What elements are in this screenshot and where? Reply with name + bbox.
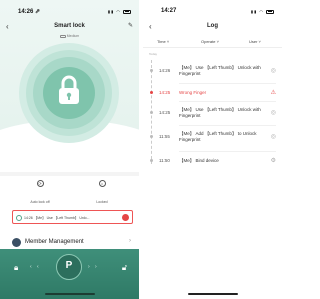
lock-closed-icon[interactable]: 🔒︎ bbox=[14, 263, 18, 273]
row-divider bbox=[179, 101, 276, 102]
log-time: 14:25 bbox=[159, 90, 171, 95]
log-text: 【Me】 Add 【Left Thumb】 to Unlock Fingerpr… bbox=[179, 131, 257, 142]
status-bar: 14:27 ▮▮ ◠ bbox=[143, 8, 282, 18]
status-bar: 14:26 ⇗ ▮▮ ◠ bbox=[0, 8, 139, 18]
edit-icon[interactable]: ✎ bbox=[128, 22, 133, 29]
log-screen: 14:27 ▮▮ ◠ ‹ Log Time ˅ Operate ˅ User ˅… bbox=[143, 0, 282, 299]
timeline-dot bbox=[149, 69, 153, 72]
filter-user-dropdown[interactable]: User ˅ bbox=[249, 39, 261, 44]
latest-log-text: 14:26 【Me】 Use 【Left Thumb】 Unlo... bbox=[24, 215, 90, 220]
log-clock-icon bbox=[16, 214, 22, 221]
lock-open-icon[interactable]: 🔓︎ bbox=[122, 263, 127, 273]
fingerprint-icon: ◎ bbox=[270, 68, 276, 74]
fingerprint-add-icon: ◎ bbox=[270, 134, 276, 140]
status-time: 14:27 bbox=[161, 8, 177, 14]
log-entry[interactable]: 11:50 【Me】 Bind device ⚙ bbox=[143, 152, 282, 174]
timeline-dot bbox=[149, 111, 153, 114]
filter-time-dropdown[interactable]: Time ˅ bbox=[157, 39, 169, 44]
log-time: 11:50 bbox=[159, 158, 170, 163]
row-divider bbox=[179, 125, 276, 126]
log-text: 【Me】 Bind device bbox=[179, 158, 219, 163]
fingerprint-icon: ◎ bbox=[270, 110, 276, 116]
chevron-right-icon: › bbox=[129, 238, 131, 244]
log-text: 【Me】 Use 【Left Thumb】 Unlock with Finger… bbox=[179, 107, 261, 118]
arrows-left-icon: ‹ ‹ bbox=[30, 264, 41, 270]
warning-icon: ⚠ bbox=[270, 90, 276, 96]
log-entry-alert[interactable]: 14:25 Wrong Finger ⚠ bbox=[143, 84, 282, 106]
log-time: 14:26 bbox=[159, 68, 171, 73]
top-nav: ‹ Log bbox=[143, 22, 282, 34]
locked-status-icon: ⌂ bbox=[98, 180, 106, 187]
battery-icon bbox=[266, 9, 274, 14]
log-text: 【Me】 Use 【Left Thumb】 Unlock with Finger… bbox=[179, 65, 261, 76]
member-management-row[interactable]: Member Management › bbox=[0, 236, 139, 250]
unlock-panel: 🔒︎ ‹ ‹ P › › 🔓︎ bbox=[0, 249, 139, 299]
bluetooth-status-label: Medium bbox=[66, 34, 80, 38]
locked-status-label: Locked bbox=[96, 200, 108, 204]
bluetooth-signal-icon bbox=[59, 34, 66, 38]
log-entry[interactable]: 14:26 【Me】 Use 【Left Thumb】 Unlock with … bbox=[143, 62, 282, 84]
log-entry[interactable]: 11:55 【Me】 Add 【Left Thumb】 to Unlock Fi… bbox=[143, 128, 282, 152]
section-divider bbox=[0, 172, 139, 176]
member-avatar-icon bbox=[12, 238, 21, 247]
auto-lock-label: Auto lock off bbox=[30, 200, 50, 204]
timeline-dot bbox=[149, 159, 153, 162]
locked-status-action[interactable]: ⌂ Locked bbox=[72, 180, 132, 208]
battery-icon bbox=[123, 9, 131, 14]
bind-device-icon: ⚙ bbox=[270, 158, 276, 164]
log-time: 11:55 bbox=[159, 134, 170, 139]
page-title: Log bbox=[207, 23, 218, 29]
date-section-label: Today bbox=[149, 52, 158, 56]
lock-actions: ⟳ Auto lock off ⌂ Locked bbox=[0, 180, 139, 204]
page-title: Smart lock bbox=[54, 23, 85, 29]
unread-alert-dot bbox=[122, 214, 129, 221]
auto-lock-action[interactable]: ⟳ Auto lock off bbox=[10, 180, 70, 208]
timeline-dot bbox=[149, 135, 153, 138]
system-icons: ▮▮ ◠ bbox=[251, 9, 274, 14]
timeline-dot bbox=[149, 91, 153, 94]
filter-operate-dropdown[interactable]: Operate ˅ bbox=[201, 39, 219, 44]
slide-unlock-key-button[interactable]: P bbox=[56, 254, 82, 280]
padlock-icon bbox=[59, 75, 79, 104]
system-icons: ▮▮ ◠ bbox=[108, 9, 131, 14]
home-indicator bbox=[188, 293, 238, 295]
top-nav: ‹ Smart lock ✎ bbox=[0, 22, 139, 34]
log-entry[interactable]: 14:25 【Me】 Use 【Left Thumb】 Unlock with … bbox=[143, 104, 282, 126]
log-text: Wrong Finger bbox=[179, 90, 207, 95]
auto-lock-icon: ⟳ bbox=[36, 180, 44, 187]
latest-log-banner[interactable]: 14:26 【Me】 Use 【Left Thumb】 Unlo... bbox=[12, 210, 133, 224]
member-management-label: Member Management bbox=[25, 239, 84, 245]
home-indicator bbox=[45, 293, 95, 295]
smart-lock-screen: 14:26 ⇗ ▮▮ ◠ ‹ Smart lock ✎ Medium ⟳ Aut… bbox=[0, 0, 139, 299]
bluetooth-status: Medium bbox=[0, 34, 139, 38]
log-time: 14:25 bbox=[159, 110, 171, 115]
log-filters: Time ˅ Operate ˅ User ˅ bbox=[143, 38, 282, 48]
arrows-right-icon: › › bbox=[88, 264, 99, 270]
status-time: 14:26 ⇗ bbox=[18, 9, 41, 15]
